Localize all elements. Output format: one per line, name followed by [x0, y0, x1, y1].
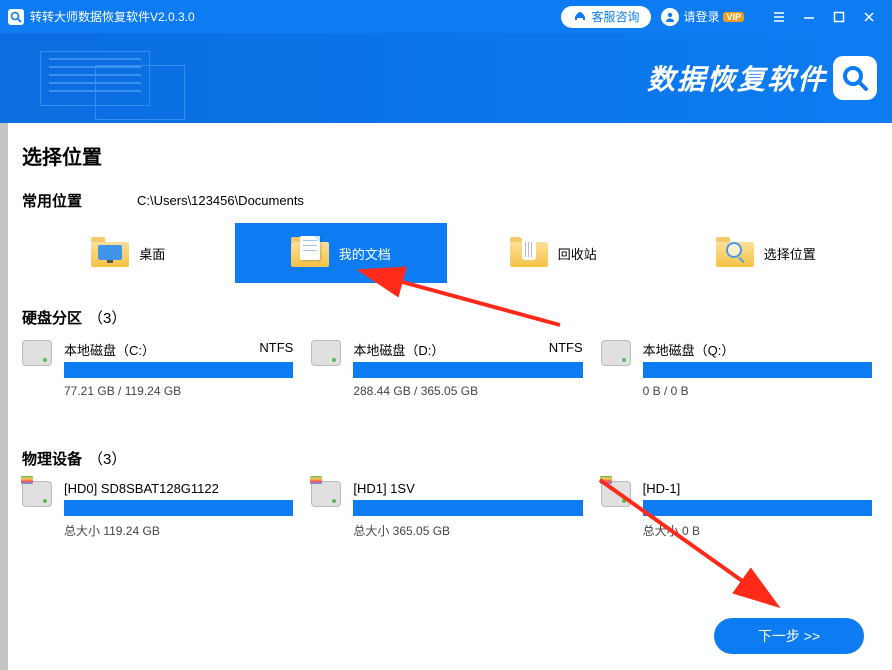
physical-disk-icon	[601, 481, 633, 513]
disk-icon	[601, 340, 633, 372]
page-title: 选择位置	[22, 141, 872, 170]
location-label: 我的文档	[339, 244, 391, 263]
documents-icon	[291, 237, 329, 269]
physical-count: （3）	[88, 448, 126, 469]
usage-bar	[64, 362, 293, 378]
app-title: 转转大师数据恢复软件V2.0.3.0	[30, 8, 561, 25]
usage-bar	[64, 500, 293, 516]
partition-name: 本地磁盘（Q:）	[643, 340, 735, 359]
titlebar: 转转大师数据恢复软件V2.0.3.0 客服咨询 请登录 VIP	[0, 0, 892, 33]
disk-icon	[22, 340, 54, 372]
physical-title: 物理设备	[22, 448, 82, 469]
location-label: 回收站	[558, 244, 597, 263]
partition-q[interactable]: 本地磁盘（Q:） 0 B / 0 B	[601, 340, 872, 398]
common-locations-title-row: 常用位置 C:\Users\123456\Documents	[22, 190, 872, 211]
login-label: 请登录	[683, 8, 719, 25]
next-button[interactable]: 下一步 >>	[714, 618, 864, 654]
customer-service-label: 客服咨询	[591, 8, 639, 25]
main-content: 选择位置 常用位置 C:\Users\123456\Documents 桌面 我…	[0, 123, 892, 670]
physical-hd0[interactable]: [HD0] SD8SBAT128G1122 总大小 119.24 GB	[22, 481, 293, 539]
banner: 数据恢复软件	[0, 33, 892, 123]
usage-bar	[643, 500, 872, 516]
physical-size: 总大小 365.05 GB	[353, 522, 582, 539]
partition-c[interactable]: 本地磁盘（C:） NTFS 77.21 GB / 119.24 GB	[22, 340, 293, 398]
physical-name: [HD0] SD8SBAT128G1122	[64, 481, 293, 496]
location-desktop[interactable]: 桌面	[22, 223, 235, 283]
partition-size: 77.21 GB / 119.24 GB	[64, 384, 293, 398]
user-icon	[661, 8, 679, 26]
usage-bar	[353, 362, 582, 378]
partitions-row: 本地磁盘（C:） NTFS 77.21 GB / 119.24 GB 本地磁盘（D…	[22, 340, 872, 398]
common-locations-row: 桌面 我的文档 回收站 选择位置	[22, 223, 872, 283]
desktop-icon	[91, 237, 129, 269]
partition-size: 0 B / 0 B	[643, 384, 872, 398]
physical-size: 总大小 0 B	[643, 522, 872, 539]
next-label: 下一步 >>	[758, 626, 820, 646]
partitions-title: 硬盘分区	[22, 307, 82, 328]
partition-fs: NTFS	[549, 340, 583, 359]
partition-d[interactable]: 本地磁盘（D:） NTFS 288.44 GB / 365.05 GB	[311, 340, 582, 398]
current-path: C:\Users\123456\Documents	[137, 193, 304, 208]
banner-logo-icon	[833, 56, 877, 100]
recycle-icon	[510, 237, 548, 269]
physical-size: 总大小 119.24 GB	[64, 522, 293, 539]
location-documents[interactable]: 我的文档	[235, 223, 448, 283]
menu-button[interactable]	[764, 0, 794, 33]
left-shade	[0, 123, 8, 670]
physical-hd-1[interactable]: [HD-1] 总大小 0 B	[601, 481, 872, 539]
maximize-button[interactable]	[824, 0, 854, 33]
physical-disk-icon	[311, 481, 343, 513]
banner-title: 数据恢复软件	[647, 58, 827, 98]
physical-title-row: 物理设备 （3）	[22, 448, 872, 469]
physical-row: [HD0] SD8SBAT128G1122 总大小 119.24 GB [HD1…	[22, 481, 872, 539]
physical-name: [HD-1]	[643, 481, 872, 496]
banner-decoration	[40, 43, 180, 113]
browse-icon	[716, 237, 754, 269]
partition-name: 本地磁盘（D:）	[353, 340, 444, 359]
location-recycle[interactable]: 回收站	[447, 223, 660, 283]
partitions-count: （3）	[88, 307, 126, 328]
close-button[interactable]	[854, 0, 884, 33]
partition-fs: NTFS	[259, 340, 293, 359]
location-label: 选择位置	[764, 244, 816, 263]
headset-icon	[573, 10, 587, 24]
login-button[interactable]: 请登录 VIP	[661, 8, 744, 26]
vip-badge: VIP	[723, 12, 744, 22]
customer-service-button[interactable]: 客服咨询	[561, 6, 651, 28]
partitions-title-row: 硬盘分区 （3）	[22, 307, 872, 328]
usage-bar	[353, 500, 582, 516]
physical-name: [HD1] 1SV	[353, 481, 582, 496]
disk-icon	[311, 340, 343, 372]
physical-disk-icon	[22, 481, 54, 513]
location-browse[interactable]: 选择位置	[660, 223, 873, 283]
physical-hd1[interactable]: [HD1] 1SV 总大小 365.05 GB	[311, 481, 582, 539]
partition-size: 288.44 GB / 365.05 GB	[353, 384, 582, 398]
partition-name: 本地磁盘（C:）	[64, 340, 155, 359]
location-label: 桌面	[139, 244, 165, 263]
minimize-button[interactable]	[794, 0, 824, 33]
common-locations-title: 常用位置	[22, 190, 82, 211]
app-logo-icon	[8, 9, 24, 25]
usage-bar	[643, 362, 872, 378]
